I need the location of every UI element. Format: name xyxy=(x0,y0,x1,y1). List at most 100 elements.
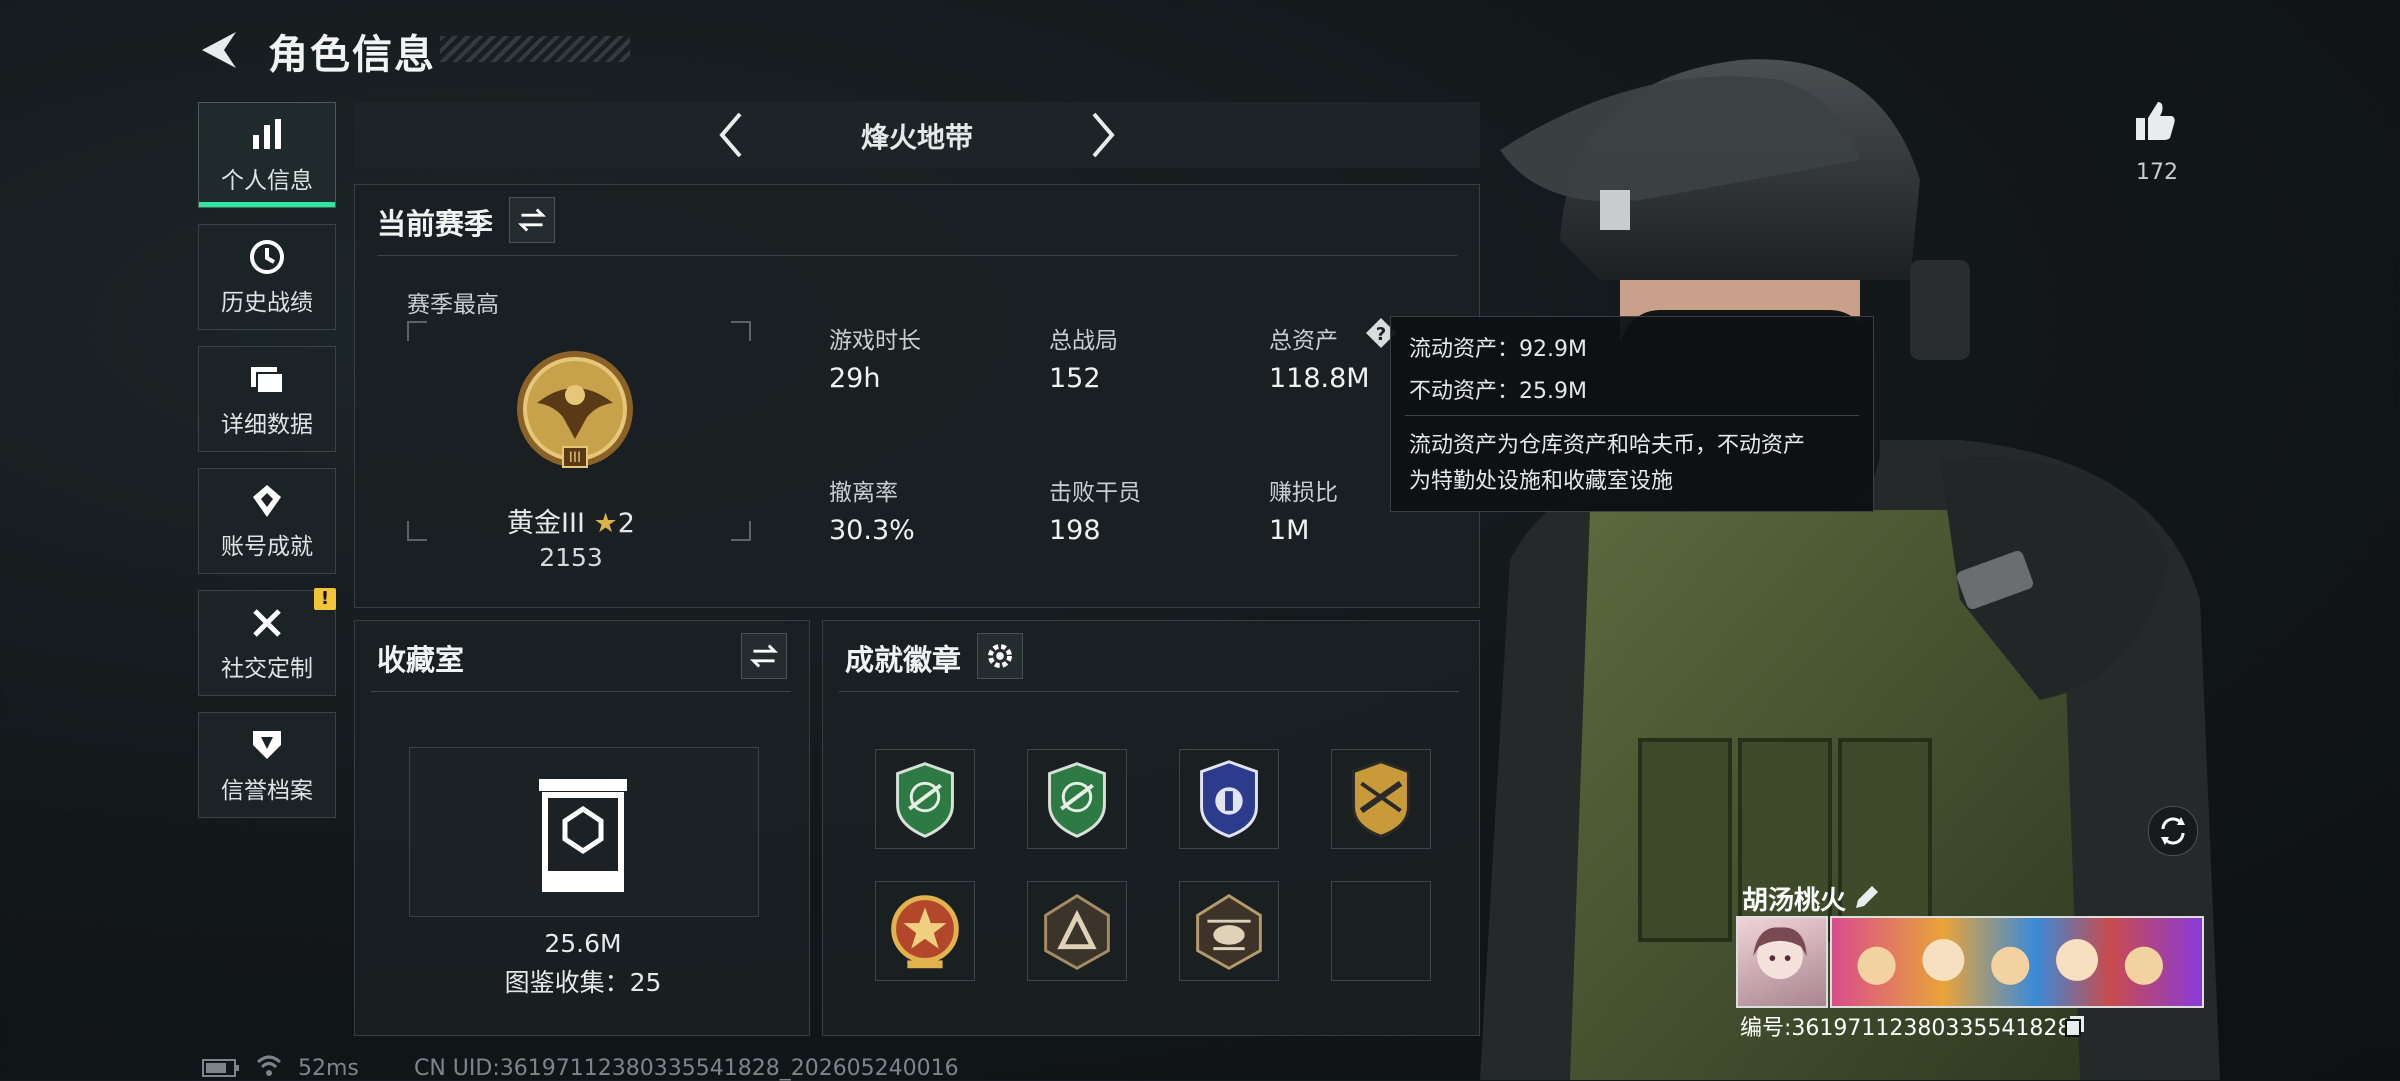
helicopter-badge-icon xyxy=(1196,893,1262,970)
stat-value: 118.8M xyxy=(1269,363,1370,394)
rotate-icon xyxy=(2161,817,2185,845)
mode-label: 烽火地带 xyxy=(860,121,973,154)
collection-count: 图鉴收集：25 xyxy=(504,968,662,997)
stat-value: 29h xyxy=(829,363,881,394)
stat-value: 1M xyxy=(1269,515,1310,546)
sidebar-item-label: 历史战绩 xyxy=(221,290,313,316)
tooltip-description-line1: 流动资产为仓库资产和哈夫币，不动资产 xyxy=(1409,433,1806,458)
collection-value: 25.6M xyxy=(544,929,622,958)
stat-value: 152 xyxy=(1049,363,1101,394)
achievement-icon xyxy=(253,485,281,517)
frame-corner xyxy=(731,321,751,341)
sidebar-item-label: 详细数据 xyxy=(221,412,313,438)
badge-settings-button[interactable] xyxy=(977,633,1023,679)
chevron-right-icon[interactable] xyxy=(1088,110,1118,160)
switch-collection-button[interactable] xyxy=(741,633,787,679)
stat-value: 30.3% xyxy=(829,515,915,546)
achievement-badge[interactable] xyxy=(1179,749,1279,849)
stat-label: 赚损比 xyxy=(1269,480,1338,506)
notification-badge: ! xyxy=(314,588,336,610)
history-clock-icon xyxy=(250,240,284,274)
green-rifle-badge-icon xyxy=(896,762,954,838)
sidebar-item-reputation[interactable]: 信誉档案 xyxy=(198,712,336,818)
gear-icon xyxy=(988,644,1012,668)
avatar-anime-girl-icon xyxy=(1753,927,1807,980)
achievement-badge[interactable] xyxy=(1179,881,1279,981)
sidebar-item-label: 信誉档案 xyxy=(221,778,313,804)
tooltip-fixed-assets: 不动资产：25.9M xyxy=(1409,379,1587,404)
sidebar-item-match-history[interactable]: 历史战绩 xyxy=(198,224,336,330)
page-title: 角色信息 xyxy=(268,32,436,78)
current-season-panel: 当前赛季 赛季最高 III 黄金III ★2 2153 游戏时长 29h 总战局… xyxy=(354,184,1480,608)
sidebar-item-personal-info[interactable]: 个人信息 xyxy=(198,102,336,208)
season-best-label: 赛季最高 xyxy=(407,292,499,318)
mode-selector: 烽火地带 xyxy=(354,102,1480,168)
svg-text:?: ? xyxy=(1376,324,1386,345)
footer-uid: CN UID:361971123803355418​28_20260524001… xyxy=(414,1056,959,1081)
title-decoration xyxy=(440,36,630,62)
collection-title: 收藏室 xyxy=(377,643,465,677)
stat-label: 撤离率 xyxy=(829,480,898,506)
rotate-model-button[interactable] xyxy=(2148,806,2198,856)
edit-pencil-icon[interactable] xyxy=(1852,884,1880,912)
stat-label: 击败干员 xyxy=(1049,480,1141,506)
like-count: 172 xyxy=(2136,160,2178,185)
svg-text:III: III xyxy=(569,450,581,466)
copy-icon[interactable] xyxy=(2064,1014,2086,1038)
rank-line: 黄金III ★2 xyxy=(451,501,691,540)
banner-artwork xyxy=(1857,939,2163,985)
divider xyxy=(1405,415,1859,416)
vault-icon xyxy=(539,779,627,892)
blue-shield-badge-icon xyxy=(1200,760,1258,838)
player-id: 编号:3619711238033554182​8 xyxy=(1740,1016,2072,1041)
folders-icon xyxy=(251,367,284,394)
active-indicator xyxy=(199,202,335,207)
ping-value: 52ms xyxy=(298,1056,359,1081)
assets-tooltip: 流动资产：92.9M 不动资产：25.9M 流动资产为仓库资产和哈夫币，不动资产… xyxy=(1390,316,1874,512)
star-medal-badge-icon xyxy=(891,895,959,969)
stat-label: 总战局 xyxy=(1049,328,1118,354)
tools-icon xyxy=(253,609,281,637)
achievement-badge[interactable] xyxy=(1331,749,1431,849)
achievement-badge[interactable] xyxy=(875,881,975,981)
stat-value: 198 xyxy=(1049,515,1101,546)
sidebar-item-label: 个人信息 xyxy=(221,168,313,194)
swap-icon xyxy=(750,644,778,668)
sidebar-item-achievements[interactable]: 账号成就 xyxy=(198,468,336,574)
collection-panel: 收藏室 25.6M 图鉴收集：25 xyxy=(354,620,810,1036)
rank-stars: 2 xyxy=(617,508,635,539)
achievement-badge[interactable] xyxy=(1027,749,1127,849)
divider xyxy=(371,691,791,692)
stat-label: 游戏时长 xyxy=(829,328,921,354)
frame-corner xyxy=(407,321,427,341)
player-banner[interactable] xyxy=(1830,916,2204,1008)
bar-chart-icon xyxy=(253,119,281,149)
season-title: 当前赛季 xyxy=(377,207,494,241)
badges-title: 成就徽章 xyxy=(845,643,962,677)
player-avatar[interactable] xyxy=(1736,916,1828,1008)
back-arrow-icon[interactable] xyxy=(198,28,242,72)
achievement-badge[interactable] xyxy=(875,749,975,849)
battery-icon xyxy=(202,1059,239,1077)
switch-season-button[interactable] xyxy=(509,197,555,243)
reputation-icon xyxy=(253,731,281,759)
green-rifle-badge-icon xyxy=(1048,762,1106,838)
rank-points: 2153 xyxy=(539,543,603,572)
achievement-badges-panel: 成就徽章 xyxy=(822,620,1480,1036)
rank-name: 黄金III xyxy=(507,508,585,539)
player-name: 胡汤桃火 xyxy=(1742,886,1847,916)
empty-badge-slot[interactable] xyxy=(1331,881,1431,981)
thumbs-up-icon[interactable] xyxy=(2132,98,2178,144)
star-icon: ★ xyxy=(593,508,618,539)
achievement-badge[interactable] xyxy=(1027,881,1127,981)
tooltip-liquid-assets: 流动资产：92.9M xyxy=(1409,337,1587,362)
wifi-icon xyxy=(256,1055,282,1076)
tooltip-description-line2: 为特勤处设施和收藏室设施 xyxy=(1409,469,1674,494)
swap-icon xyxy=(518,208,546,232)
frame-corner xyxy=(407,521,427,541)
sidebar-item-detailed-data[interactable]: 详细数据 xyxy=(198,346,336,452)
divider xyxy=(377,255,1457,256)
sidebar-item-label: 账号成就 xyxy=(221,534,313,560)
stat-label: 总资产 xyxy=(1269,328,1338,354)
gold-rank-emblem-icon: III xyxy=(517,351,633,468)
